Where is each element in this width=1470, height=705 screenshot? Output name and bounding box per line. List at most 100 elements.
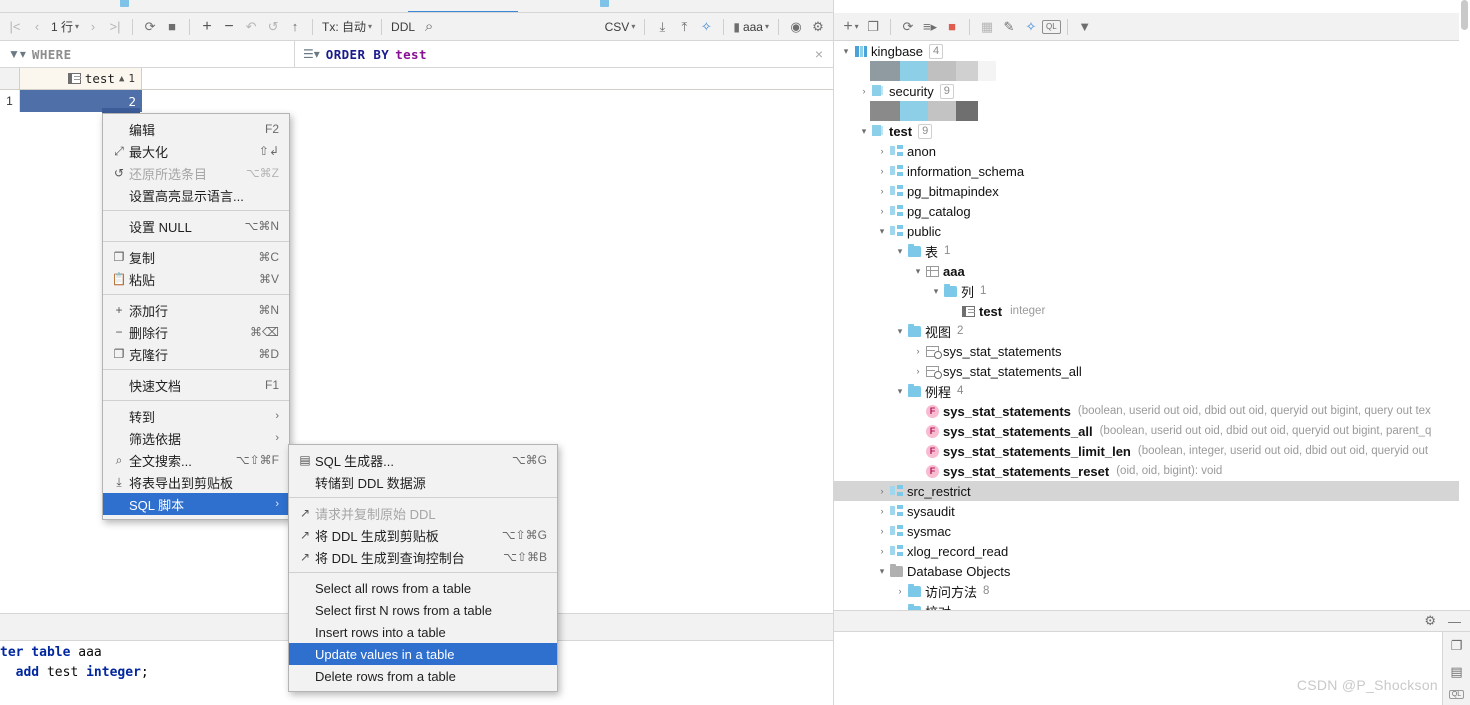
chevron-right-icon[interactable]: › <box>894 586 906 596</box>
table-view-icon[interactable]: ▦ <box>976 16 998 38</box>
menu-item-7[interactable]: Select all rows from a table <box>289 577 557 599</box>
modify-icon[interactable]: ✎ <box>998 16 1020 38</box>
menu-item-3[interactable]: 设置高亮显示语言... <box>103 184 289 206</box>
tree-scrollbar[interactable] <box>1459 0 1470 569</box>
tab-item-2[interactable] <box>600 0 609 11</box>
chevron-down-icon[interactable]: ▾ <box>858 126 870 137</box>
gear-icon[interactable]: ⚙ <box>1424 613 1436 629</box>
tree-item-sys_stat_statements[interactable]: Fsys_stat_statements (boolean, userid out… <box>834 401 1460 421</box>
refresh-icon[interactable]: ⟳ <box>139 16 161 38</box>
order-by-field[interactable]: ☰▾ ORDER BY test × <box>295 41 833 67</box>
menu-item-1[interactable]: 转储到 DDL 数据源 <box>289 471 557 493</box>
menu-item-4[interactable]: ↗ 将 DDL 生成到剪贴板 ⌥⇧⌘G <box>289 524 557 546</box>
tree-item-src_restrict[interactable]: › src_restrict <box>834 481 1460 501</box>
menu-item-12[interactable]: ❐ 克隆行 ⌘D <box>103 343 289 365</box>
minimize-icon[interactable]: — <box>1448 614 1461 629</box>
database-tree[interactable]: ▾ kingbase 4 › security 9 ▾ test 9 › anon › informat… <box>834 41 1460 610</box>
chevron-right-icon[interactable]: › <box>912 346 924 356</box>
tree-item-sys_stat_statements[interactable]: › sys_stat_statements <box>834 341 1460 361</box>
datasource-selector[interactable]: ▮ aaa ▾ <box>730 16 772 38</box>
menu-item-19[interactable]: ⤓ 将表导出到剪贴板 <box>103 471 289 493</box>
menu-item-0[interactable]: 编辑 F2 <box>103 118 289 140</box>
menu-item-14[interactable]: 快速文档 F1 <box>103 374 289 396</box>
menu-item-8[interactable]: Select first N rows from a table <box>289 599 557 621</box>
tree-item-例程[interactable]: ▾ 例程 4 <box>834 381 1460 401</box>
copy-icon[interactable]: ❐ <box>1451 638 1463 654</box>
edit-source-icon[interactable]: ≡▸ <box>919 16 941 38</box>
tree-item-列[interactable]: ▾ 列 1 <box>834 281 1460 301</box>
tree-item-访问方法[interactable]: › 访问方法 8 <box>834 581 1460 601</box>
menu-item-11[interactable]: Delete rows from a table <box>289 665 557 687</box>
tree-item-sys_stat_statements_all[interactable]: Fsys_stat_statements_all (boolean, userid… <box>834 421 1460 441</box>
menu-item-5[interactable]: 设置 NULL ⌥⌘N <box>103 215 289 237</box>
tree-scrollbar-thumb[interactable] <box>1461 0 1468 30</box>
tree-item-视图[interactable]: ▾ 视图 2 <box>834 321 1460 341</box>
tree-item-security[interactable]: › security 9 <box>834 81 1460 101</box>
chevron-down-icon[interactable]: ▾ <box>912 266 924 277</box>
last-page-button[interactable]: >| <box>104 16 126 38</box>
tab-item-extra[interactable] <box>120 0 129 11</box>
context-menu[interactable]: 编辑 F2 ⤢ 最大化 ⇧↲ ↺ 还原所选条目 ⌥⌘Z 设置高亮显示语言... 设置 NULL ⌥⌘… <box>102 113 290 520</box>
transaction-mode-selector[interactable]: Tx: 自动 ▾ <box>319 16 375 38</box>
ddl-button[interactable]: DDL <box>388 16 418 38</box>
menu-item-10[interactable]: + 添加行 ⌘N <box>103 299 289 321</box>
tree-item-sysmac[interactable]: › sysmac <box>834 521 1460 541</box>
page-size-selector[interactable]: 1 行 ▾ <box>48 16 82 38</box>
add-row-icon[interactable]: + <box>196 16 218 38</box>
chevron-right-icon[interactable]: › <box>876 186 888 196</box>
preview-icon[interactable]: ◉ <box>785 16 807 38</box>
chevron-right-icon[interactable]: › <box>876 166 888 176</box>
menu-item-18[interactable]: ⌕ 全文搜索... ⌥⇧⌘F <box>103 449 289 471</box>
chevron-down-icon[interactable]: ▾ <box>894 326 906 337</box>
menu-item-20[interactable]: SQL 脚本 › <box>103 493 289 515</box>
chevron-right-icon[interactable]: › <box>912 366 924 376</box>
menu-item-5[interactable]: ↗ 将 DDL 生成到查询控制台 ⌥⇧⌘B <box>289 546 557 568</box>
tree-item-xlog_record_read[interactable]: › xlog_record_read <box>834 541 1460 561</box>
chevron-down-icon[interactable]: ▾ <box>876 566 888 577</box>
chevron-down-icon[interactable]: ▾ <box>840 46 852 57</box>
menu-item-8[interactable]: 📋 粘贴 ⌘V <box>103 268 289 290</box>
menu-item-0[interactable]: ▤ SQL 生成器... ⌥⌘G <box>289 449 557 471</box>
export-format-selector[interactable]: CSV ▾ <box>602 16 639 38</box>
tree-item-Database Objects[interactable]: ▾ Database Objects <box>834 561 1460 581</box>
submit-icon[interactable]: ↑ <box>284 16 306 38</box>
tree-item-public[interactable]: ▾ public <box>834 221 1460 241</box>
export-data-icon[interactable]: ⤓ <box>651 16 673 38</box>
chevron-right-icon[interactable]: › <box>876 206 888 216</box>
tree-item-校对[interactable]: ›校对 <box>834 601 1460 610</box>
revert-icon[interactable]: ↶ <box>240 16 262 38</box>
filter-icon[interactable]: ▼ <box>1074 16 1096 38</box>
tree-item-sys_stat_statements_reset[interactable]: Fsys_stat_statements_reset (oid, oid, big… <box>834 461 1460 481</box>
query-console-icon[interactable]: QL <box>1448 690 1465 699</box>
stop-icon[interactable]: ■ <box>941 16 963 38</box>
query-console-icon[interactable]: QL <box>1042 19 1061 34</box>
tree-row-redacted[interactable] <box>834 101 1460 121</box>
save-icon[interactable]: ▤ <box>1450 664 1462 680</box>
menu-item-17[interactable]: 筛选依据 › <box>103 427 289 449</box>
menu-item-9[interactable]: Insert rows into a table <box>289 621 557 643</box>
where-clause-field[interactable]: ▼▾ WHERE <box>0 41 295 67</box>
chevron-right-icon[interactable]: › <box>876 546 888 556</box>
grid-column-header-test[interactable]: test ▲ 1 <box>20 68 142 89</box>
tree-item-sysaudit[interactable]: › sysaudit <box>834 501 1460 521</box>
tree-item-sys_stat_statements_limit_len[interactable]: Fsys_stat_statements_limit_len (boolean, … <box>834 441 1460 461</box>
tree-item-sys_stat_statements_all[interactable]: › sys_stat_statements_all <box>834 361 1460 381</box>
tree-item-pg_catalog[interactable]: › pg_catalog <box>834 201 1460 221</box>
stop-icon[interactable]: ■ <box>161 16 183 38</box>
menu-item-11[interactable]: − 删除行 ⌘⌫ <box>103 321 289 343</box>
ai-assist-icon[interactable]: ✧ <box>695 16 717 38</box>
sync-icon[interactable]: ⟳ <box>897 16 919 38</box>
chevron-down-icon[interactable]: ▾ <box>894 386 906 397</box>
prev-page-button[interactable]: ‹ <box>26 16 48 38</box>
tree-item-表[interactable]: ▾ 表 1 <box>834 241 1460 261</box>
tree-row-redacted[interactable] <box>834 61 1460 81</box>
next-page-button[interactable]: › <box>82 16 104 38</box>
revert-selected-icon[interactable]: ↺ <box>262 16 284 38</box>
menu-item-16[interactable]: 转到 › <box>103 405 289 427</box>
chevron-down-icon[interactable]: ▾ <box>930 286 942 297</box>
chevron-down-icon[interactable]: ▾ <box>894 246 906 257</box>
chevron-right-icon[interactable]: › <box>876 526 888 536</box>
import-data-icon[interactable]: ⤒ <box>673 16 695 38</box>
tree-item-test[interactable]: ▾ test 9 <box>834 121 1460 141</box>
add-datasource-icon[interactable]: + ▾ <box>840 16 862 38</box>
